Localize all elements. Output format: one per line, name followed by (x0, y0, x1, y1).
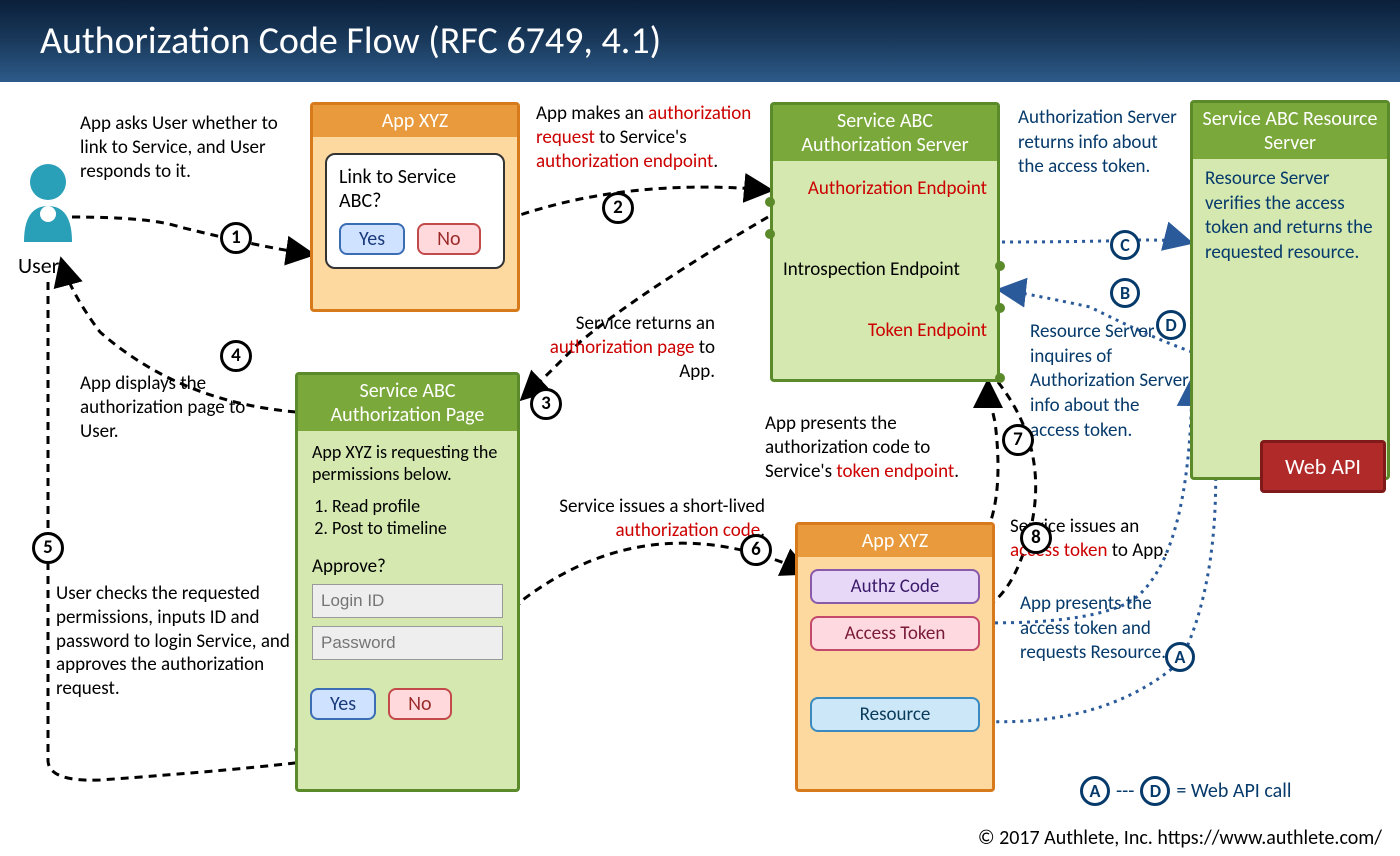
step-4: 4 (220, 340, 252, 372)
link-yes-button[interactable]: Yes (339, 223, 405, 255)
introspection-endpoint-label: Introspection Endpoint (773, 254, 997, 285)
step-a: A (1165, 642, 1195, 672)
password-input[interactable] (312, 626, 503, 660)
note-4: App displays the authorization page to U… (80, 372, 280, 443)
legend: A --- D = Web API call (1080, 776, 1291, 806)
res-server-title: Service ABC Resource Server (1193, 103, 1387, 159)
authz-code-pill: Authz Code (810, 569, 980, 604)
app-xyz-box-1: App XYZ Link to Service ABC? Yes No (310, 102, 520, 312)
user-icon (18, 162, 78, 247)
note-c: Authorization Server returns info about … (1018, 106, 1178, 180)
step-c: C (1110, 230, 1140, 260)
page-title: Authorization Code Flow (RFC 6749, 4.1) (0, 0, 1400, 82)
link-question: Link to Service ABC? (339, 165, 491, 213)
authorization-page-box: Service ABC Authorization Page App XYZ i… (295, 372, 520, 792)
app-xyz-box-2: App XYZ Authz Code Access Token Resource (795, 522, 995, 792)
note-1: App asks User whether to link to Service… (80, 112, 300, 183)
step-d: D (1156, 310, 1186, 340)
token-endpoint-label: Token Endpoint (773, 315, 997, 346)
permission-1: Read profile (332, 495, 503, 517)
auth-server-title: Service ABC Authorization Server (773, 105, 997, 161)
approve-no-button[interactable]: No (388, 688, 451, 720)
authorization-endpoint-label: Authorization Endpoint (773, 173, 997, 204)
res-server-body: Resource Server verifies the access toke… (1193, 159, 1387, 274)
web-api-label: Web API (1260, 440, 1386, 493)
footer-copyright: © 2017 Authlete, Inc. https://www.authle… (978, 826, 1382, 850)
step-7: 7 (1002, 424, 1034, 456)
access-token-pill: Access Token (810, 616, 980, 651)
link-panel: Link to Service ABC? Yes No (325, 153, 505, 269)
diagram-canvas: User App XYZ Link to Service ABC? Yes No… (0, 82, 1400, 850)
auth-page-title: Service ABC Authorization Page (298, 375, 517, 431)
note-7: App presents the authorization code to S… (765, 412, 995, 483)
step-8: 8 (1020, 522, 1052, 554)
step-1: 1 (220, 222, 252, 254)
legend-a: A (1080, 776, 1110, 806)
web-api-callout: Web API (1260, 440, 1386, 493)
step-2: 2 (602, 192, 634, 224)
note-5: User checks the requested permissions, i… (56, 582, 296, 701)
step-6: 6 (740, 534, 772, 566)
app-xyz-2-title: App XYZ (798, 525, 992, 557)
legend-text: = Web API call (1176, 779, 1291, 803)
approve-label: Approve? (312, 555, 503, 578)
note-6: Service issues a short-lived authorizati… (555, 495, 765, 543)
app-xyz-1-title: App XYZ (313, 105, 517, 137)
resource-pill: Resource (810, 697, 980, 732)
note-3: Service returns an authorization page to… (535, 312, 715, 383)
step-3: 3 (530, 388, 562, 420)
note-2: App makes an authorization request to Se… (536, 102, 756, 173)
authorization-server-box: Service ABC Authorization Server Authori… (770, 102, 1000, 382)
auth-page-intro: App XYZ is requesting the permissions be… (312, 441, 503, 485)
step-b: B (1110, 278, 1140, 308)
approve-yes-button[interactable]: Yes (310, 688, 376, 720)
login-id-input[interactable] (312, 584, 503, 618)
permission-2: Post to timeline (332, 517, 503, 539)
legend-d: D (1140, 776, 1170, 806)
resource-server-box: Service ABC Resource Server Resource Ser… (1190, 100, 1390, 480)
link-no-button[interactable]: No (417, 223, 480, 255)
step-5: 5 (32, 532, 64, 564)
user-label: User (18, 252, 59, 279)
